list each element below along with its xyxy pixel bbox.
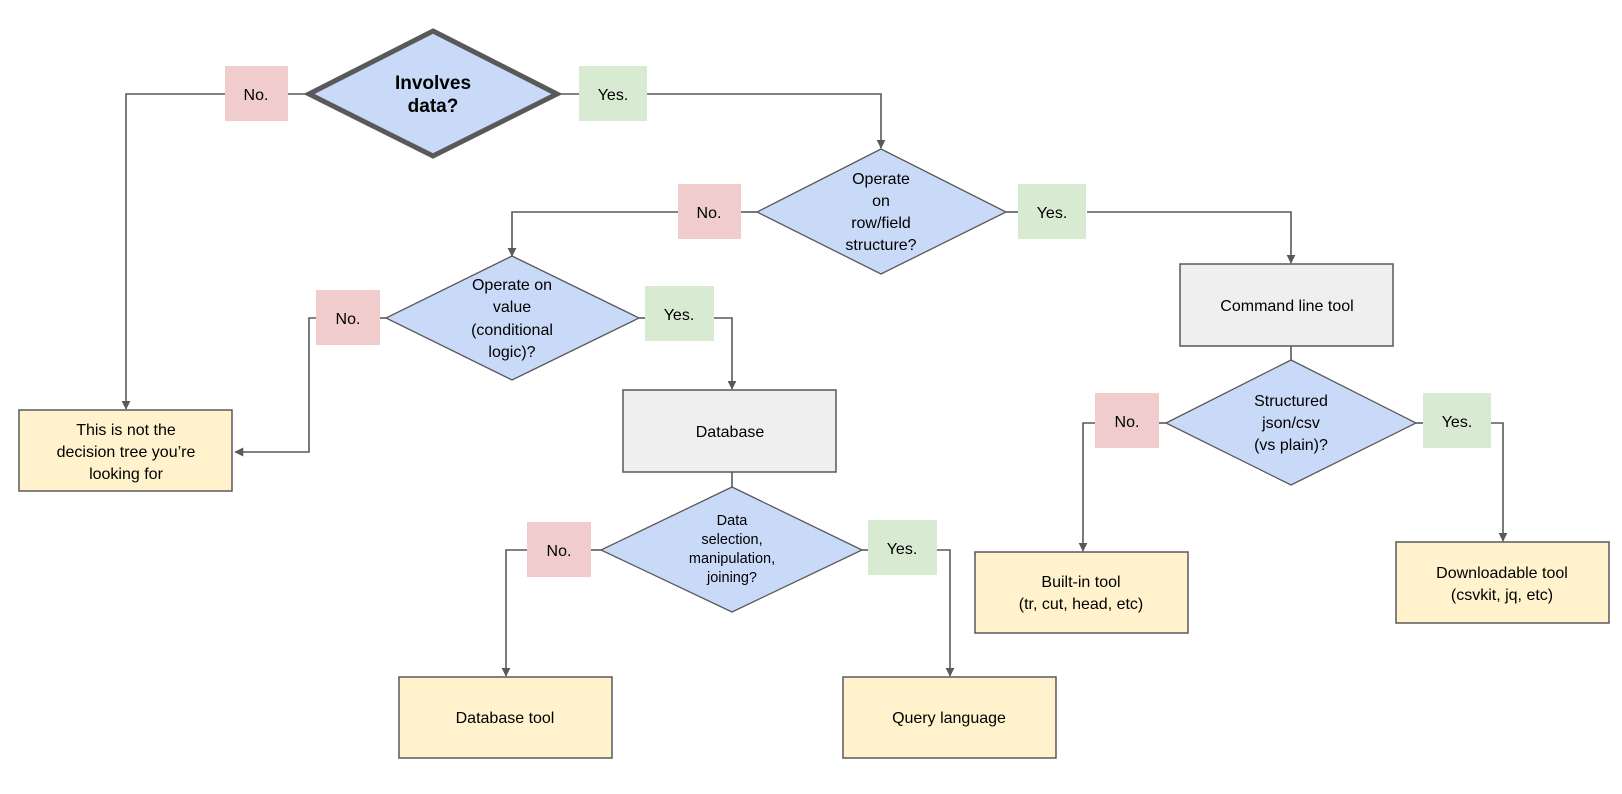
edge-structured-yes-to-downloadable [1491,422,1508,542]
edge-dataselection-no-to-database-tool [501,549,527,677]
label-no-data-selection: No. [527,522,591,577]
outcome-text-line: Downloadable tool [1436,565,1568,582]
decision-text-line: (conditional [471,322,553,339]
label-yes-text: Yes. [887,541,918,558]
decision-text-line: (vs plain)? [1254,437,1328,454]
outcome-not-this-tree[interactable]: This is not the decision tree you’re loo… [18,409,233,492]
decision-text-line: Data [717,513,749,529]
outcome-text-line: (tr, cut, head, etc) [1019,596,1144,613]
edge-structured-no-to-builtin [1078,422,1095,552]
outcome-text-line: Built-in tool [1041,574,1120,591]
label-no-text: No. [244,87,269,104]
decision-text-line: joining? [706,570,757,586]
outcome-text-line: Database tool [456,710,555,727]
label-yes-text: Yes. [1442,414,1473,431]
decision-text-line: json/csv [1261,415,1320,432]
label-no-value-logic: No. [316,290,380,345]
outcome-text-line: Query language [892,710,1006,727]
edge-involves-yes-to-row-field [647,93,886,149]
decision-text-line: logic)? [488,344,535,361]
outcome-text-line: This is not the [76,422,176,439]
outcome-text-line: decision tree you’re [57,444,196,461]
edge-rowfield-no-to-value-logic [507,211,678,257]
edge-value-no-to-not-this-tree [234,317,316,457]
label-yes-text: Yes. [1037,205,1068,222]
label-yes-structured: Yes. [1423,393,1491,448]
process-text: Database [696,424,765,441]
flowchart-canvas: No. Yes. No. Yes. No. Yes. No. Yes. No. … [18,28,1610,759]
outcome-text-line: looking for [89,466,163,483]
decision-text-line: structure? [845,237,916,254]
decision-text-line: Operate on [472,277,552,294]
decision-text-line: row/field [851,215,911,232]
label-yes-text: Yes. [664,307,695,324]
label-yes-row-field: Yes. [1018,184,1086,239]
process-text: Command line tool [1220,298,1353,315]
label-yes-data-selection: Yes. [868,520,937,575]
label-no-text: No. [697,205,722,222]
label-no-structured: No. [1095,393,1159,448]
outcome-downloadable-tool[interactable]: Downloadable tool (csvkit, jq, etc) [1395,541,1610,624]
decision-value-logic[interactable]: Operate on value (conditional logic)? [384,255,641,381]
process-command-line-tool[interactable]: Command line tool [1179,263,1394,347]
edge-involves-no-to-not-this-tree [121,93,225,410]
label-yes-value-logic: Yes. [645,286,714,341]
process-database[interactable]: Database [622,389,837,473]
decision-text-line: Structured [1254,393,1328,410]
edge-value-yes-to-database [714,317,737,390]
decision-text-line: value [493,299,531,316]
label-yes-text: Yes. [598,87,629,104]
decision-structured[interactable]: Structured json/csv (vs plain)? [1164,359,1418,486]
label-no-text: No. [547,543,572,560]
decision-text-line: data? [408,96,459,117]
label-no-involves: No. [225,66,288,121]
decision-text-line: Involves [395,73,471,94]
decision-row-field-structure[interactable]: Operate on row/field structure? [755,148,1008,275]
decision-text-line: on [872,193,890,210]
decision-data-selection[interactable]: Data selection, manipulation, joining? [599,486,864,613]
edge-dataselection-yes-to-query-language [937,549,955,677]
outcome-query-language[interactable]: Query language [842,676,1057,759]
label-yes-involves: Yes. [579,66,647,121]
edge-rowfield-yes-to-cli [1087,211,1296,264]
label-no-row-field: No. [678,184,741,239]
outcome-builtin-tool[interactable]: Built-in tool (tr, cut, head, etc) [974,551,1189,634]
decision-text-line: selection, [701,532,762,548]
decision-text-line: Operate [852,171,910,188]
label-no-text: No. [336,311,361,328]
outcome-database-tool[interactable]: Database tool [398,676,613,759]
decision-involves-data[interactable]: Involves data? [303,28,563,159]
label-no-text: No. [1115,414,1140,431]
decision-text-line: manipulation, [689,551,775,567]
outcome-text-line: (csvkit, jq, etc) [1451,587,1553,604]
